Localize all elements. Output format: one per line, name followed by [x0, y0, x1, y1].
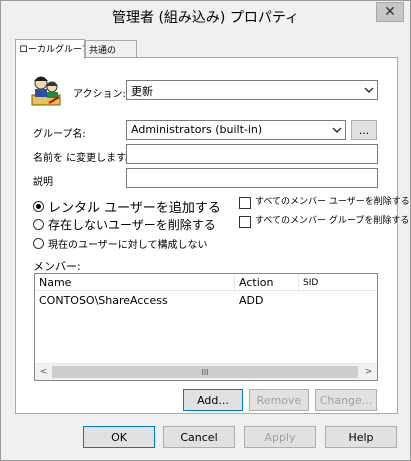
remove-member-button[interactable]: Remove: [249, 389, 309, 411]
group-name-combobox[interactable]: Administrators (built-in): [126, 120, 346, 140]
radio-remove-user[interactable]: 存在しないユーザーを削除する: [33, 216, 216, 233]
chevron-down-icon: [364, 87, 374, 94]
radio-remove-user-label: 存在しないユーザーを削除する: [48, 218, 216, 232]
description-field[interactable]: [126, 168, 378, 188]
group-name-value: Administrators (built-in): [131, 123, 263, 136]
horizontal-scrollbar[interactable]: < III >: [35, 363, 377, 380]
check-delete-all-users-label: すべてのメンバー ユーザーを削除する: [255, 197, 410, 207]
radio-do-not-configure-label: 現在のユーザーに対して構成しない: [48, 240, 208, 251]
close-icon: ✕: [384, 4, 396, 20]
description-label: 説明: [33, 177, 53, 188]
cancel-button[interactable]: Cancel: [163, 426, 235, 448]
members-header: Name Action SID: [35, 274, 377, 291]
tab-common[interactable]: 共通の: [85, 40, 137, 58]
column-sid[interactable]: SID: [299, 274, 377, 291]
chevron-down-icon: [332, 127, 342, 134]
checkbox-indicator: [239, 197, 251, 209]
radio-do-not-configure[interactable]: 現在のユーザーに対して構成しない: [33, 236, 208, 251]
radio-indicator: [33, 238, 44, 249]
rename-field[interactable]: [126, 144, 378, 164]
apply-button[interactable]: Apply: [244, 426, 316, 448]
change-member-button[interactable]: Change...: [315, 389, 377, 411]
window-title: 管理者 (組み込み) プロパティ: [112, 10, 299, 26]
members-listview[interactable]: Name Action SID CONTOSO\ShareAccess ADD …: [34, 273, 378, 381]
column-action[interactable]: Action: [235, 274, 299, 291]
action-value: 更新: [131, 85, 153, 98]
radio-indicator: [33, 201, 44, 212]
column-name[interactable]: Name: [35, 274, 235, 291]
radio-indicator: [33, 219, 44, 230]
member-action: ADD: [239, 294, 264, 307]
table-row[interactable]: CONTOSO\ShareAccess ADD: [35, 292, 377, 310]
check-delete-all-users[interactable]: すべてのメンバー ユーザーを削除する: [239, 194, 410, 209]
checkbox-indicator: [239, 216, 251, 228]
scroll-left-icon[interactable]: <: [35, 364, 52, 380]
members-label: メンバー:: [33, 260, 81, 273]
rename-label: 名前を に変更します。: [33, 153, 136, 164]
radio-add-user[interactable]: レンタル ユーザーを追加する: [33, 197, 221, 216]
member-name: CONTOSO\ShareAccess: [39, 294, 168, 307]
add-member-button[interactable]: Add...: [183, 389, 243, 411]
title-bar[interactable]: 管理者 (組み込み) プロパティ ✕: [1, 1, 410, 33]
scroll-right-icon[interactable]: >: [360, 364, 377, 380]
check-delete-all-groups-label: すべてのメンバー グループを削除する: [255, 216, 410, 226]
properties-dialog: 管理者 (組み込み) プロパティ ✕ ローカルグループ 共通の アクション: 更…: [0, 0, 411, 461]
help-button[interactable]: Help: [325, 426, 397, 448]
action-combobox[interactable]: 更新: [126, 80, 378, 100]
check-delete-all-groups[interactable]: すべてのメンバー グループを削除する: [239, 213, 409, 228]
close-button[interactable]: ✕: [376, 2, 404, 22]
browse-button[interactable]: ...: [351, 120, 377, 140]
radio-add-user-label: レンタル ユーザーを追加する: [48, 201, 221, 216]
action-label: アクション:: [73, 89, 126, 100]
group-users-icon: [31, 76, 61, 106]
scroll-thumb[interactable]: III: [52, 366, 358, 378]
tab-local-group[interactable]: ローカルグループ: [15, 39, 85, 59]
ok-button[interactable]: OK: [83, 426, 155, 448]
group-name-label: グループ名:: [33, 129, 86, 140]
